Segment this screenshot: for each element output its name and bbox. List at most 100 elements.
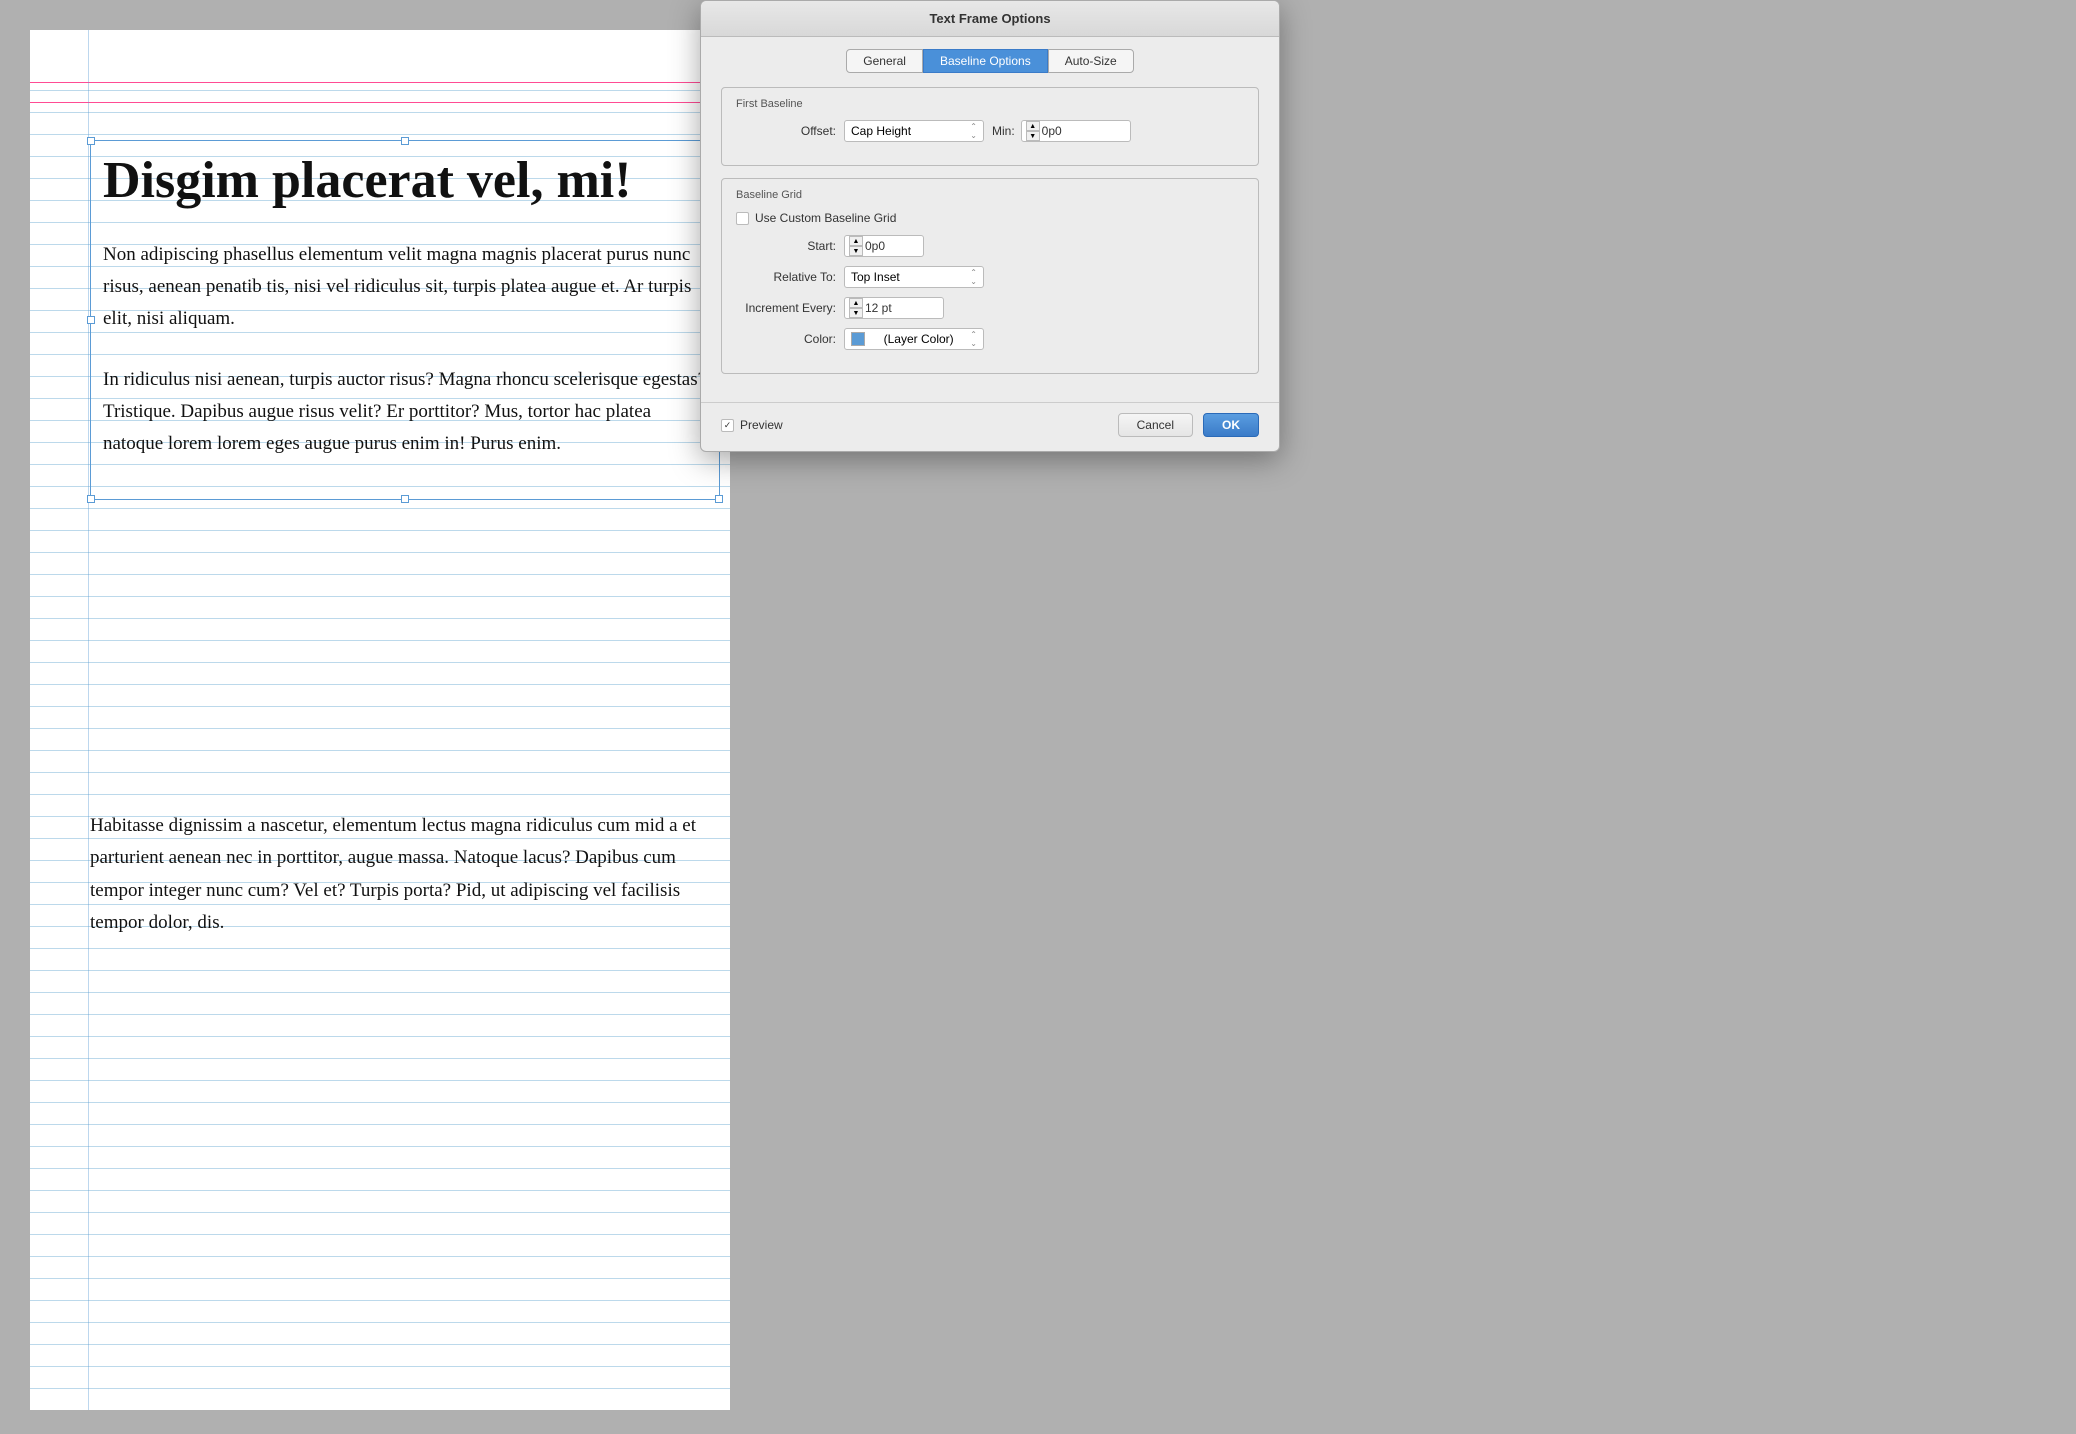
baseline-line [30, 552, 730, 553]
baseline-line [30, 750, 730, 751]
start-value: 0p0 [865, 239, 919, 253]
start-row: Start: ▲ ▼ 0p0 [736, 235, 1244, 257]
color-select[interactable]: (Layer Color) ⌃⌄ [844, 328, 984, 350]
min-input[interactable]: ▲ ▼ 0p0 [1021, 120, 1131, 142]
baseline-line [30, 1146, 730, 1147]
body-paragraph-2: In ridiculus nisi aenean, turpis auctor … [103, 364, 707, 461]
increment-stepper-up[interactable]: ▲ [849, 298, 863, 308]
handle-bottom-right[interactable] [715, 495, 723, 503]
baseline-line [30, 992, 730, 993]
baseline-line [30, 684, 730, 685]
body-paragraph-3: Habitasse dignissim a nascetur, elementu… [90, 810, 720, 939]
baseline-line [30, 1366, 730, 1367]
baseline-line [30, 1014, 730, 1015]
baseline-line [30, 706, 730, 707]
color-chevron-icon: ⌃⌄ [970, 330, 977, 348]
relative-to-chevron-icon: ⌃⌄ [970, 268, 977, 286]
use-custom-baseline-checkbox[interactable] [736, 212, 749, 225]
relative-to-value: Top Inset [851, 270, 900, 284]
baseline-line [30, 1234, 730, 1235]
tab-baseline-options[interactable]: Baseline Options [923, 49, 1048, 73]
relative-to-label: Relative To: [736, 270, 836, 284]
increment-input[interactable]: ▲ ▼ 12 pt [844, 297, 944, 319]
handle-bottom-mid[interactable] [401, 495, 409, 503]
custom-baseline-row: Use Custom Baseline Grid [736, 211, 1244, 225]
handle-bottom-left[interactable] [87, 495, 95, 503]
baseline-line [30, 794, 730, 795]
handle-top-mid[interactable] [401, 137, 409, 145]
cancel-button[interactable]: Cancel [1118, 413, 1193, 437]
start-stepper-up[interactable]: ▲ [849, 236, 863, 246]
baseline-line [30, 134, 730, 135]
text-outside: Habitasse dignissim a nascetur, elementu… [90, 810, 720, 967]
baseline-grid-group: Baseline Grid Use Custom Baseline Grid S… [721, 178, 1259, 374]
ok-button[interactable]: OK [1203, 413, 1259, 437]
baseline-line [30, 1256, 730, 1257]
footer-left: Preview [721, 418, 783, 432]
offset-select[interactable]: Cap Height ⌃⌄ [844, 120, 984, 142]
handle-left-mid[interactable] [87, 316, 95, 324]
baseline-line [30, 90, 730, 91]
body-paragraph-1: Non adipiscing phasellus elementum velit… [103, 239, 707, 336]
offset-chevron-icon: ⌃⌄ [970, 122, 977, 140]
document-area: Disgim placerat vel, mi! Non adipiscing … [0, 0, 2076, 1434]
baseline-line [30, 112, 730, 113]
text-frame-inner: Disgim placerat vel, mi! Non adipiscing … [91, 141, 719, 499]
min-value: 0p0 [1042, 124, 1126, 138]
baseline-line [30, 618, 730, 619]
start-stepper-down[interactable]: ▼ [849, 246, 863, 256]
increment-label: Increment Every: [736, 301, 836, 315]
min-field: Min: ▲ ▼ 0p0 [992, 120, 1131, 142]
relative-to-select[interactable]: Top Inset ⌃⌄ [844, 266, 984, 288]
baseline-line [30, 1036, 730, 1037]
baseline-line [30, 1344, 730, 1345]
baseline-line [30, 1080, 730, 1081]
guide-pink-1 [30, 82, 730, 83]
baseline-line [30, 1300, 730, 1301]
baseline-line [30, 772, 730, 773]
tab-general[interactable]: General [846, 49, 923, 73]
text-frame[interactable]: Disgim placerat vel, mi! Non adipiscing … [90, 140, 720, 500]
start-label: Start: [736, 239, 836, 253]
start-stepper[interactable]: ▲ ▼ [849, 236, 863, 256]
color-row: Color: (Layer Color) ⌃⌄ [736, 328, 1244, 350]
offset-value: Cap Height [851, 124, 911, 138]
dialog-tabs: General Baseline Options Auto-Size [701, 37, 1279, 73]
min-label: Min: [992, 124, 1015, 138]
dialog-body: First Baseline Offset: Cap Height ⌃⌄ Min… [701, 73, 1279, 402]
start-input[interactable]: ▲ ▼ 0p0 [844, 235, 924, 257]
baseline-line [30, 1168, 730, 1169]
baseline-line [30, 1212, 730, 1213]
offset-label: Offset: [736, 124, 836, 138]
baseline-line [30, 640, 730, 641]
preview-checkbox[interactable] [721, 419, 734, 432]
baseline-line [30, 1278, 730, 1279]
offset-row: Offset: Cap Height ⌃⌄ Min: ▲ ▼ 0p0 [736, 120, 1244, 142]
baseline-line [30, 530, 730, 531]
first-baseline-group: First Baseline Offset: Cap Height ⌃⌄ Min… [721, 87, 1259, 166]
baseline-line [30, 508, 730, 509]
handle-top-left[interactable] [87, 137, 95, 145]
tab-auto-size[interactable]: Auto-Size [1048, 49, 1134, 73]
color-value: (Layer Color) [884, 332, 954, 346]
guide-pink-2 [30, 102, 730, 103]
min-stepper-down[interactable]: ▼ [1026, 131, 1040, 141]
dialog-footer: Preview Cancel OK [701, 402, 1279, 451]
use-custom-baseline-label: Use Custom Baseline Grid [755, 211, 896, 225]
baseline-line [30, 1322, 730, 1323]
baseline-line [30, 662, 730, 663]
increment-stepper-down[interactable]: ▼ [849, 308, 863, 318]
increment-value: 12 pt [865, 301, 939, 315]
increment-row: Increment Every: ▲ ▼ 12 pt [736, 297, 1244, 319]
first-baseline-legend: First Baseline [736, 98, 1244, 110]
min-stepper-up[interactable]: ▲ [1026, 121, 1040, 131]
increment-stepper[interactable]: ▲ ▼ [849, 298, 863, 318]
relative-to-row: Relative To: Top Inset ⌃⌄ [736, 266, 1244, 288]
dialog-title: Text Frame Options [929, 11, 1050, 26]
baseline-line [30, 1124, 730, 1125]
baseline-grid-legend: Baseline Grid [736, 189, 1244, 201]
page: Disgim placerat vel, mi! Non adipiscing … [30, 30, 730, 1410]
col-guide-left [88, 30, 89, 1410]
baseline-line [30, 1190, 730, 1191]
min-stepper[interactable]: ▲ ▼ [1026, 121, 1040, 141]
